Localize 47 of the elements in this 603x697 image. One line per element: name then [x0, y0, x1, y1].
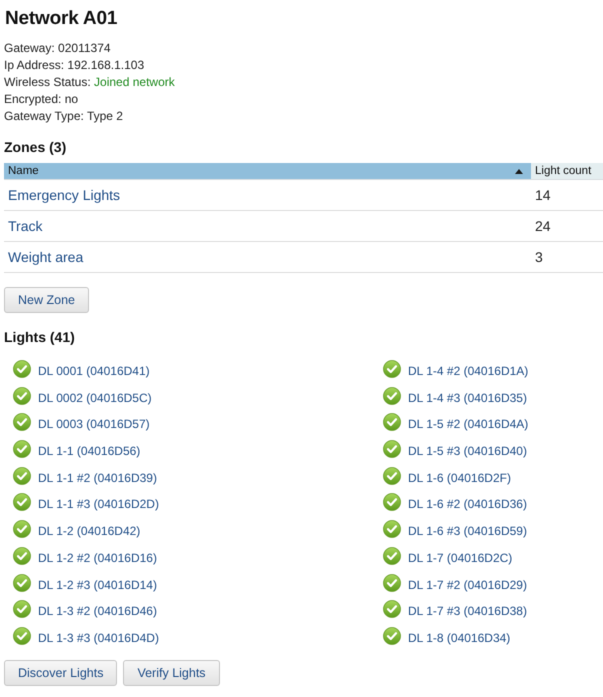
detail-label: Encrypted: — [4, 92, 62, 106]
detail-label: Gateway: — [4, 41, 55, 55]
column-header[interactable]: Name — [4, 163, 531, 180]
page-title: Network A01 — [5, 7, 118, 31]
table-cell: 24 — [535, 218, 551, 234]
light-link[interactable]: DL 1-3 #2 (04016D46) — [38, 604, 157, 618]
light-link[interactable]: DL 1-8 (04016D34) — [408, 630, 510, 645]
light-link[interactable]: DL 1-3 #3 (04016D4D) — [38, 630, 159, 645]
verify-lights-button[interactable]: Verify Lights — [123, 660, 220, 686]
light-link[interactable]: DL 1-1 (04016D56) — [38, 444, 140, 458]
light-link[interactable]: DL 1-5 #2 (04016D4A) — [408, 417, 528, 432]
light-link[interactable]: DL 0003 (04016D57) — [38, 417, 150, 432]
light-link[interactable]: DL 1-6 #2 (04016D36) — [408, 497, 527, 512]
light-link[interactable]: DL 1-2 (04016D42) — [38, 524, 140, 538]
sort-ascending-icon — [515, 168, 523, 174]
section-heading: Lights (41) — [4, 328, 76, 346]
light-link[interactable]: DL 0001 (04016D41) — [38, 364, 150, 378]
zone-link[interactable]: Weight area — [8, 249, 84, 265]
light-link[interactable]: DL 1-2 #3 (04016D14) — [38, 578, 157, 592]
light-link[interactable]: DL 0002 (04016D5C) — [38, 390, 152, 405]
detail-label: Ip Address: — [4, 58, 64, 72]
detail-value: Joined network — [94, 75, 175, 89]
light-link[interactable]: DL 1-6 #3 (04016D59) — [408, 524, 527, 538]
detail-value: no — [64, 92, 78, 106]
detail-label: Gateway Type: — [4, 109, 84, 123]
zone-link[interactable]: Emergency Lights — [8, 187, 120, 203]
zone-link[interactable]: Track — [8, 218, 42, 234]
detail-label: Wireless Status: — [4, 75, 91, 89]
light-link[interactable]: DL 1-7 #3 (04016D38) — [408, 604, 527, 618]
light-link[interactable]: DL 1-7 (04016D2C) — [408, 550, 512, 565]
detail-value: 02011374 — [58, 41, 111, 55]
light-link[interactable]: DL 1-2 #2 (04016D16) — [38, 550, 157, 565]
light-link[interactable]: DL 1-1 #2 (04016D39) — [38, 470, 157, 485]
new-zone-button[interactable]: New Zone — [4, 287, 89, 313]
light-link[interactable]: DL 1-5 #3 (04016D40) — [408, 444, 527, 458]
discover-lights-button[interactable]: Discover Lights — [4, 660, 118, 686]
column-header[interactable]: Light count — [531, 163, 603, 180]
light-link[interactable]: DL 1-6 (04016D2F) — [408, 470, 511, 485]
detail-value: Type 2 — [86, 109, 123, 123]
light-link[interactable]: DL 1-7 #2 (04016D29) — [408, 578, 527, 592]
light-link[interactable]: DL 1-4 #3 (04016D35) — [408, 390, 527, 405]
detail-value: 192.168.1.103 — [67, 58, 144, 72]
light-link[interactable]: DL 1-1 #3 (04016D2D) — [38, 497, 159, 512]
section-heading: Zones (3) — [4, 138, 68, 156]
table-cell: 3 — [535, 249, 543, 265]
table-cell: 14 — [535, 187, 551, 203]
light-link[interactable]: DL 1-4 #2 (04016D1A) — [408, 364, 528, 378]
